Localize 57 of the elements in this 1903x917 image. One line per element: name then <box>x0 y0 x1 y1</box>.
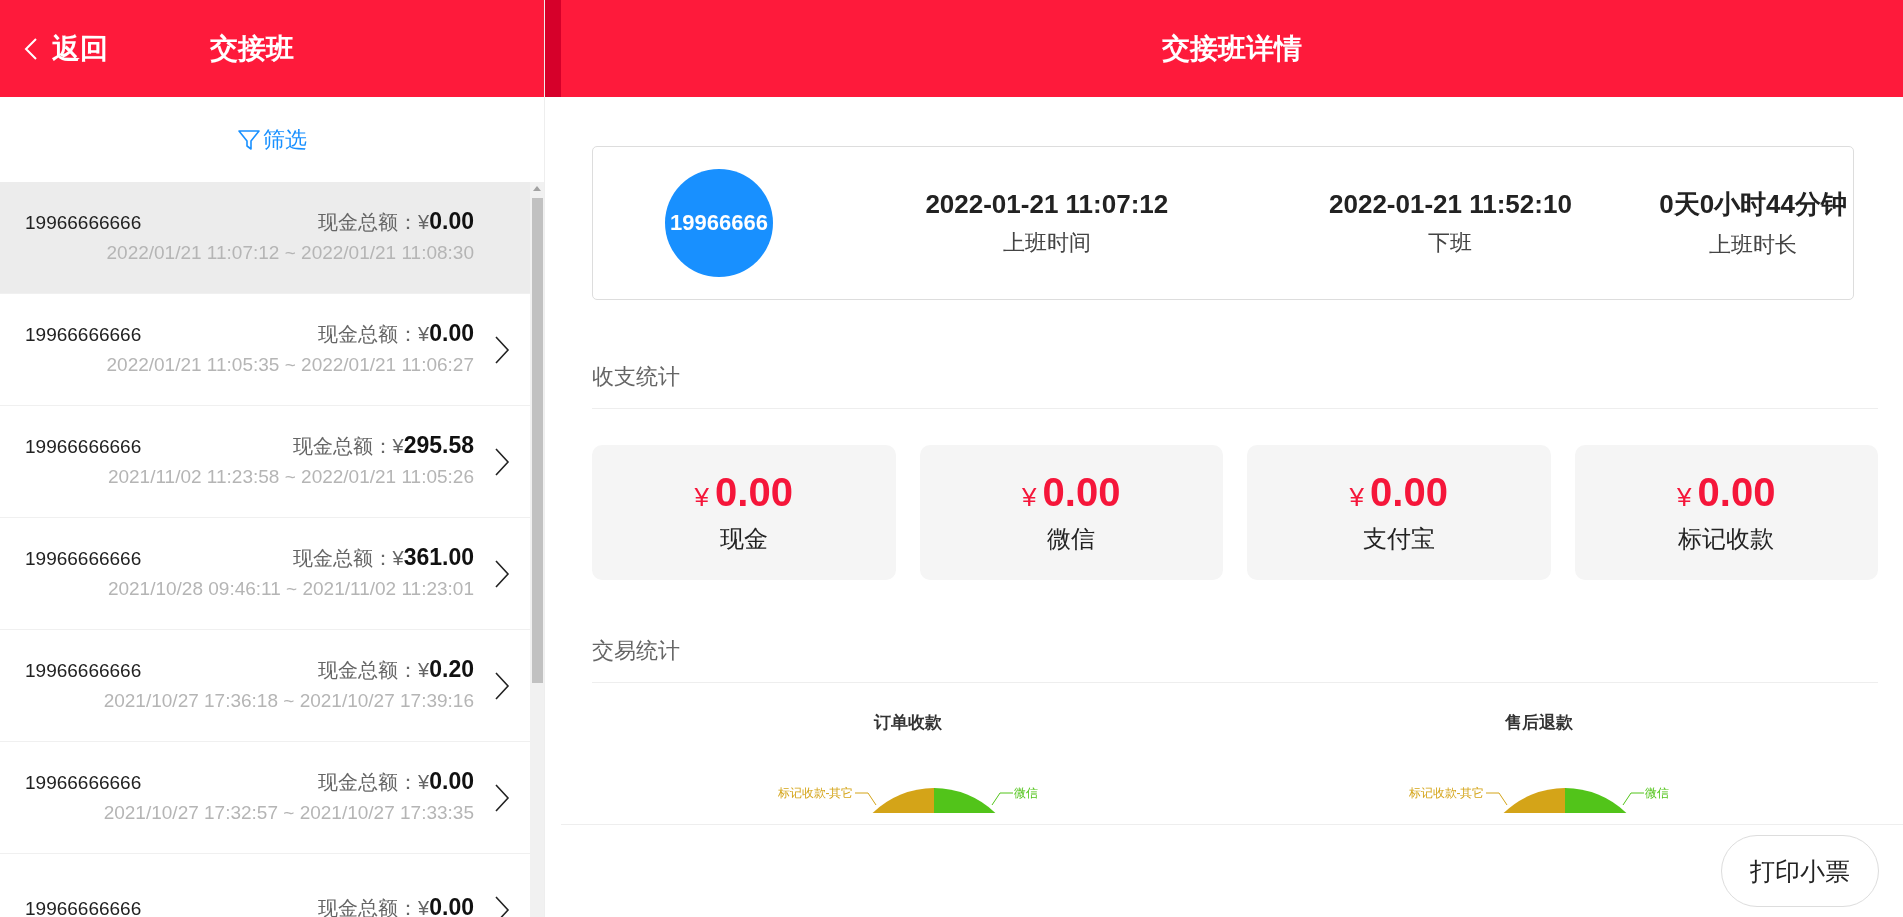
summary-label: 下班 <box>1428 228 1473 257</box>
chart-legend-label: 标记收款-其它 <box>777 786 854 800</box>
phone-number: 19966666666 <box>25 435 142 458</box>
section-title: 收支统计 <box>592 362 1878 409</box>
chevron-right-icon <box>494 334 510 365</box>
stat-label: 现金 <box>719 524 768 554</box>
cash-total: 现金总额：¥0.00 <box>318 207 474 236</box>
shift-period: 2021/11/02 11:23:58 ~ 2022/01/21 11:05:26 <box>106 465 474 488</box>
stat-label: 微信 <box>1047 524 1096 554</box>
chevron-right-icon <box>494 446 510 477</box>
cash-total: 现金总额：¥0.00 <box>318 319 474 348</box>
phone-number: 19966666666 <box>25 323 142 346</box>
cash-total: 现金总额：¥295.58 <box>292 431 474 460</box>
cash-total: 现金总额：¥361.00 <box>292 543 474 572</box>
phone-number: 19966666666 <box>25 771 142 794</box>
stat-amount: ¥0.00 <box>1677 470 1776 515</box>
chevron-right-icon <box>494 558 510 589</box>
cash-total: 现金总额：¥0.20 <box>318 655 474 684</box>
summary-value: 2022-01-21 11:07:12 <box>925 188 1169 220</box>
filter-icon <box>237 127 261 152</box>
summary-label: 上班时长 <box>1709 230 1798 259</box>
chart-title: 订单收款 <box>873 712 942 734</box>
stat-amount: ¥0.00 <box>694 470 793 515</box>
chart-legend-label: 标记收款-其它 <box>1408 786 1485 800</box>
panel-title: 交接班 <box>210 31 294 66</box>
scrollbar[interactable] <box>530 182 544 917</box>
shift-period: 2022/01/21 11:05:35 ~ 2022/01/21 11:06:27 <box>105 353 474 376</box>
chart-legend-label: 微信 <box>1013 786 1038 800</box>
summary-value: 0天0小时44分钟 <box>1659 187 1848 221</box>
phone-number: 19966666666 <box>25 547 142 570</box>
phone-number: 19966666666 <box>25 897 142 917</box>
section-title: 交易统计 <box>592 636 1878 683</box>
stat-amount: ¥0.00 <box>1349 470 1448 515</box>
chart-legend-label: 微信 <box>1644 786 1669 800</box>
summary-label: 上班时间 <box>1002 228 1091 257</box>
scrollbar-thumb[interactable] <box>532 198 543 683</box>
chevron-right-icon <box>494 894 510 917</box>
stat-label: 标记收款 <box>1678 524 1775 554</box>
avatar: 19966666 <box>665 169 773 277</box>
chevron-right-icon <box>494 782 510 813</box>
stat-amount: ¥0.00 <box>1022 470 1121 515</box>
shift-period: 2021/10/28 09:46:11 ~ 2021/11/02 11:23:01 <box>106 577 474 600</box>
chart-title: 售后退款 <box>1504 712 1573 734</box>
scroll-up-icon[interactable] <box>533 186 541 191</box>
page-title: 交接班详情 <box>1161 31 1303 66</box>
print-receipt-button[interactable]: 打印小票 <box>1721 835 1879 907</box>
chevron-right-icon <box>494 670 510 701</box>
stat-label: 支付宝 <box>1362 524 1435 554</box>
phone-number: 19966666666 <box>25 659 142 682</box>
cash-total: 现金总额：¥0.00 <box>318 767 474 796</box>
shift-period: 2021/10/27 17:36:18 ~ 2021/10/27 17:39:16 <box>102 689 474 712</box>
summary-value: 2022-01-21 11:52:10 <box>1329 188 1572 220</box>
back-button[interactable]: 返回 <box>24 29 108 68</box>
phone-number: 19966666666 <box>25 211 142 234</box>
shift-period: 2021/10/27 17:32:57 ~ 2021/10/27 17:33:35 <box>102 801 474 824</box>
cash-total: 现金总额：¥0.00 <box>318 893 474 917</box>
chevron-left-icon <box>24 36 38 61</box>
